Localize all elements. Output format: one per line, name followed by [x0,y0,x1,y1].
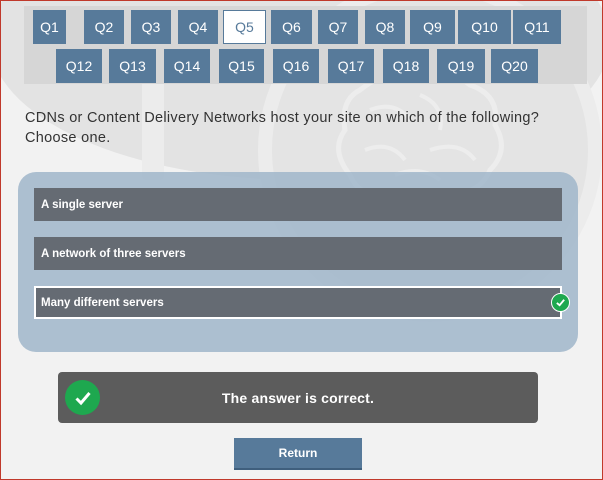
question-nav-q19[interactable]: Q19 [437,49,485,83]
question-nav-q4[interactable]: Q4 [178,10,218,44]
answer-option-2[interactable]: A network of three servers [34,237,562,270]
question-nav-q8[interactable]: Q8 [365,10,405,44]
question-text: CDNs or Content Delivery Networks host y… [25,110,540,146]
answer-option-label: A network of three servers [41,247,186,260]
feedback-banner: The answer is correct. [58,372,538,423]
question-nav-q7[interactable]: Q7 [318,10,358,44]
question-nav-q18[interactable]: Q18 [383,49,429,83]
answer-options-panel: A single server A network of three serve… [18,172,578,352]
answer-option-3-selected[interactable]: Many different servers [34,286,570,319]
question-nav-q10[interactable]: Q10 [458,10,511,44]
feedback-message: The answer is correct. [221,389,375,406]
question-nav-q20[interactable]: Q20 [491,49,538,83]
question-nav-q1[interactable]: Q1 [33,10,66,44]
question-nav-q17[interactable]: Q17 [328,49,374,83]
question-nav-q12[interactable]: Q12 [56,49,102,83]
return-button[interactable]: Return [234,438,362,470]
question-nav-q3[interactable]: Q3 [131,10,171,44]
question-nav-q13[interactable]: Q13 [109,49,156,83]
question-nav-q6[interactable]: Q6 [271,10,312,44]
question-nav-q5-active[interactable]: Q5 [223,10,266,44]
question-navigator: Q1 Q2 Q3 Q4 Q5 Q6 Q7 Q8 Q9 Q10 Q11 Q12 Q13 Q14 Q15 Q16 Q… [24,6,587,84]
check-icon [551,293,570,312]
question-nav-q14[interactable]: Q14 [164,49,210,83]
question-nav-q16[interactable]: Q16 [273,49,319,83]
answer-option-label: Many different servers [41,296,164,309]
answer-option-label: A single server [41,198,124,211]
question-nav-q11[interactable]: Q11 [513,10,561,44]
answer-option-1[interactable]: A single server [34,188,562,221]
question-nav-q2[interactable]: Q2 [84,10,124,44]
question-nav-q9[interactable]: Q9 [410,10,455,44]
question-nav-q15[interactable]: Q15 [219,49,264,83]
